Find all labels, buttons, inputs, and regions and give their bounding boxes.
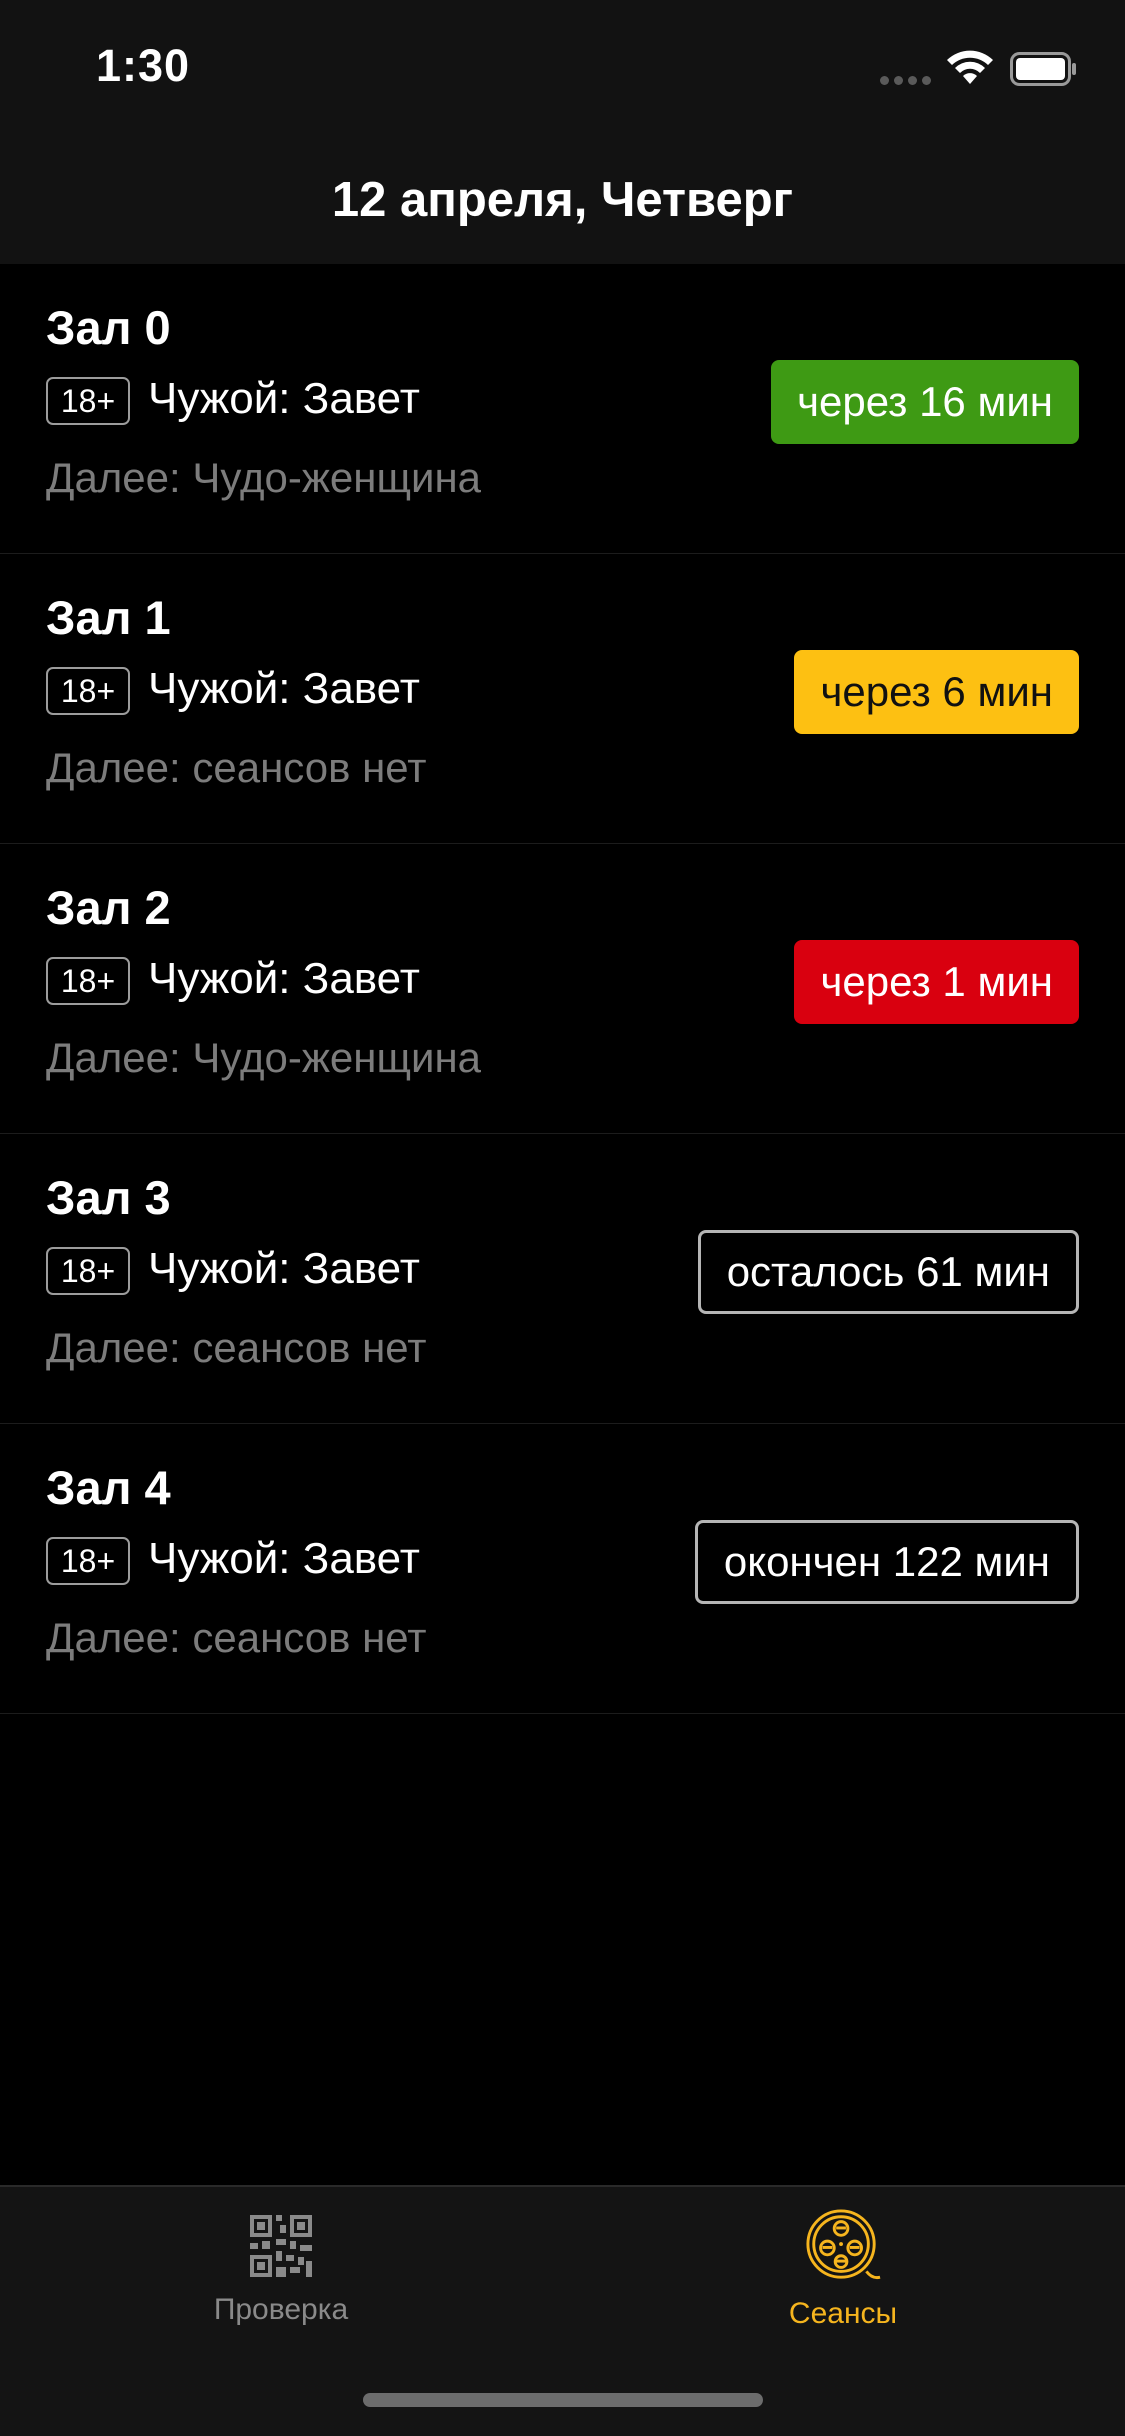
- movie-title: Чужой: Завет: [148, 374, 420, 423]
- session-status-badge: окончен 122 мин: [694, 1520, 1079, 1604]
- session-status-badge: через 16 мин: [771, 360, 1079, 444]
- age-rating-badge: 18+: [46, 377, 130, 425]
- tab-label: Проверка: [213, 2293, 349, 2326]
- status-bar: 1:30: [0, 0, 1125, 132]
- age-rating-badge: 18+: [46, 957, 130, 1005]
- hall-name: Зал 2: [46, 881, 171, 934]
- next-show-label: Далее: сеансов нет: [46, 1614, 427, 1661]
- next-show-label: Далее: сеансов нет: [46, 1324, 427, 1371]
- hall-row[interactable]: Зал 1 18+ Чужой: Завет Далее: сеансов не…: [0, 554, 1125, 844]
- session-status-badge: через 6 мин: [794, 650, 1079, 734]
- page-title: 12 апреля, Четверг: [331, 173, 794, 227]
- next-show-label: Далее: Чудо-женщина: [46, 1034, 482, 1081]
- film-reel-icon: [806, 2209, 881, 2280]
- hall-row[interactable]: Зал 3 18+ Чужой: Завет Далее: сеансов не…: [0, 1134, 1125, 1424]
- tab-label: Сеансы: [788, 2297, 898, 2330]
- session-status-badge: осталось 61 мин: [697, 1230, 1079, 1314]
- age-rating-badge: 18+: [46, 1537, 130, 1585]
- session-status-badge: через 1 мин: [794, 940, 1079, 1024]
- hall-name: Зал 0: [46, 301, 171, 354]
- navigation-bar: 12 апреля, Четверг: [0, 132, 1125, 264]
- movie-title: Чужой: Завет: [148, 1244, 420, 1293]
- wifi-icon: [947, 50, 993, 84]
- hall-name: Зал 4: [46, 1461, 171, 1514]
- status-time: 1:30: [96, 40, 191, 91]
- hall-row[interactable]: Зал 0 18+ Чужой: Завет Далее: Чудо-женщи…: [0, 264, 1125, 554]
- tab-sessions[interactable]: Сеансы: [693, 2209, 993, 2341]
- next-show-label: Далее: сеансов нет: [46, 744, 427, 791]
- hall-name: Зал 3: [46, 1171, 171, 1224]
- movie-title: Чужой: Завет: [148, 664, 420, 713]
- tab-check[interactable]: Проверка: [131, 2211, 431, 2341]
- hall-row[interactable]: Зал 2 18+ Чужой: Завет Далее: Чудо-женщи…: [0, 844, 1125, 1134]
- qr-code-icon: [250, 2215, 312, 2277]
- battery-icon: [1010, 52, 1076, 86]
- age-rating-badge: 18+: [46, 1247, 130, 1295]
- hall-list: Зал 0 18+ Чужой: Завет Далее: Чудо-женщи…: [0, 264, 1125, 1714]
- hall-name: Зал 1: [46, 591, 171, 644]
- next-show-label: Далее: Чудо-женщина: [46, 454, 482, 501]
- age-rating-badge: 18+: [46, 667, 130, 715]
- home-indicator[interactable]: [363, 2393, 763, 2407]
- movie-title: Чужой: Завет: [148, 1534, 420, 1583]
- cellular-signal-icon: [880, 76, 932, 86]
- movie-title: Чужой: Завет: [148, 954, 420, 1003]
- hall-row[interactable]: Зал 4 18+ Чужой: Завет Далее: сеансов не…: [0, 1424, 1125, 1714]
